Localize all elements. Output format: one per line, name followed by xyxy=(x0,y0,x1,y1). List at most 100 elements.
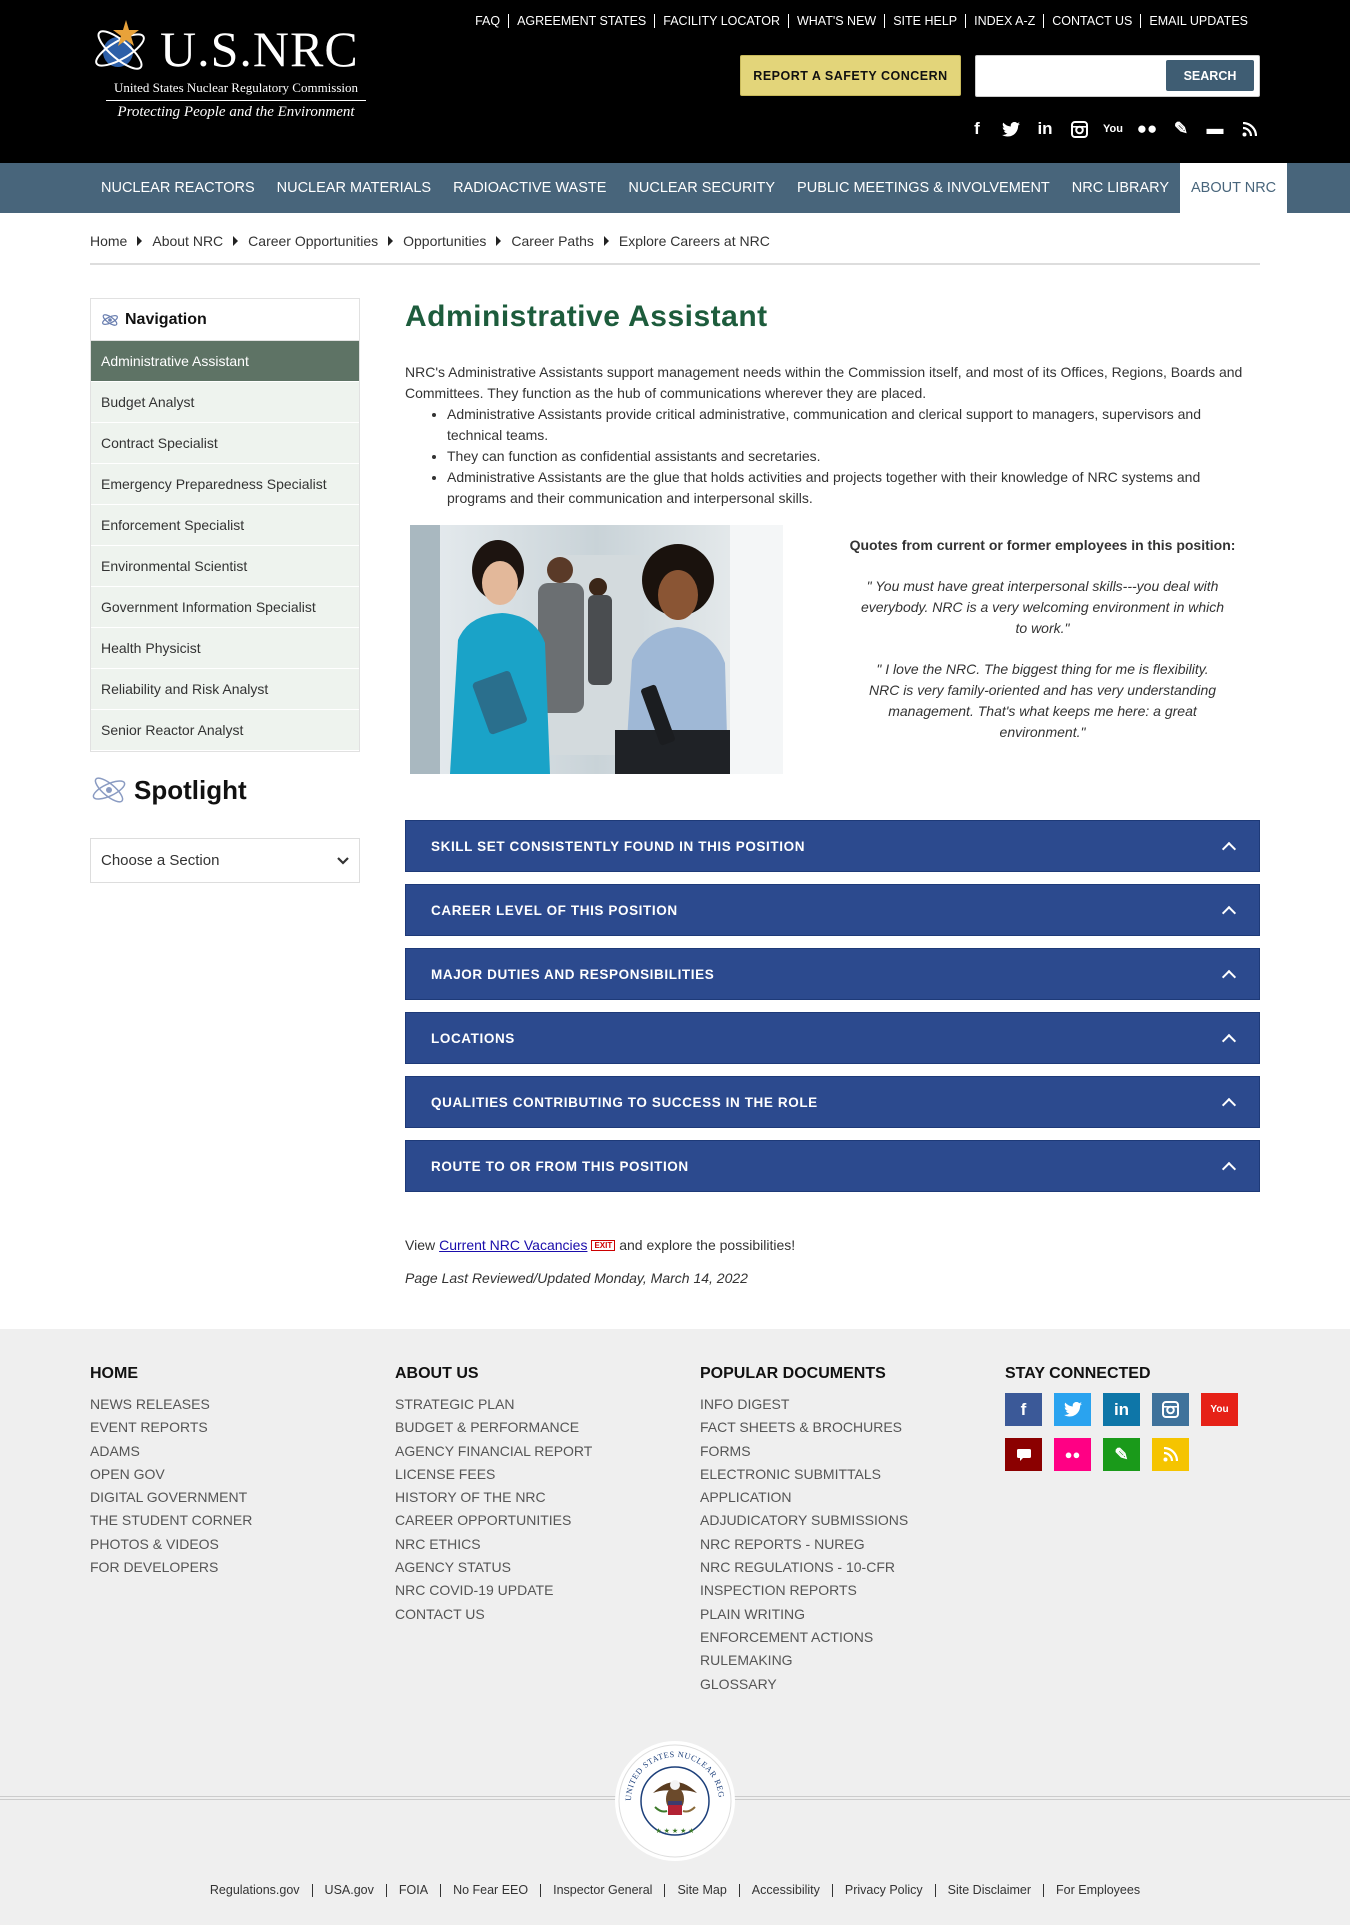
nav-nuclear-security[interactable]: NUCLEAR SECURITY xyxy=(617,163,786,213)
search-button[interactable]: SEARCH xyxy=(1166,60,1254,91)
breadcrumb-item[interactable]: Opportunities xyxy=(403,233,502,263)
nav-nuclear-reactors[interactable]: NUCLEAR REACTORS xyxy=(90,163,266,213)
nrc-logo[interactable]: U.S.NRC United States Nuclear Regulatory… xyxy=(90,18,366,126)
sidebar-item-senior-reactor[interactable]: Senior Reactor Analyst xyxy=(91,710,359,751)
footer-link[interactable]: FOR DEVELOPERS xyxy=(90,1556,252,1579)
twitter-icon[interactable] xyxy=(1054,1393,1091,1426)
twitter-icon[interactable] xyxy=(994,117,1028,141)
footer-link[interactable]: PHOTOS & VIDEOS xyxy=(90,1533,252,1556)
bottom-link-privacy[interactable]: Privacy Policy xyxy=(831,1884,935,1897)
sidebar-item-reliability-risk[interactable]: Reliability and Risk Analyst xyxy=(91,669,359,710)
footer-link[interactable]: LICENSE FEES xyxy=(395,1463,592,1486)
sidebar-item-environmental-scientist[interactable]: Environmental Scientist xyxy=(91,546,359,587)
footer-link[interactable]: AGENCY FINANCIAL REPORT xyxy=(395,1440,592,1463)
breadcrumb-item[interactable]: Career Paths xyxy=(511,233,609,263)
current-vacancies-link[interactable]: Current NRC Vacancies xyxy=(439,1237,587,1253)
footer-link[interactable]: ADAMS xyxy=(90,1440,252,1463)
accordion-skill-set[interactable]: SKILL SET CONSISTENTLY FOUND IN THIS POS… xyxy=(405,820,1260,872)
rss-icon[interactable] xyxy=(1152,1438,1189,1471)
nav-nrc-library[interactable]: NRC LIBRARY xyxy=(1061,163,1180,213)
footer-link[interactable]: NEWS RELEASES xyxy=(90,1393,252,1416)
footer-link[interactable]: AGENCY STATUS xyxy=(395,1556,592,1579)
footer-link[interactable]: HISTORY OF THE NRC xyxy=(395,1486,592,1509)
rss-icon[interactable] xyxy=(1232,117,1266,141)
comment-icon[interactable] xyxy=(1005,1438,1042,1471)
utility-link-index[interactable]: INDEX A-Z xyxy=(965,14,1043,28)
search-input[interactable] xyxy=(980,60,1180,92)
instagram-icon[interactable] xyxy=(1152,1393,1189,1426)
footer-link[interactable]: APPLICATION xyxy=(700,1486,908,1509)
bottom-link-disclaimer[interactable]: Site Disclaimer xyxy=(934,1884,1043,1897)
bottom-link-regulations[interactable]: Regulations.gov xyxy=(198,1884,312,1897)
youtube-icon[interactable]: You xyxy=(1201,1393,1238,1426)
footer-column-title[interactable]: HOME xyxy=(90,1365,252,1383)
sidebar-item-administrative-assistant[interactable]: Administrative Assistant xyxy=(91,341,359,382)
nav-radioactive-waste[interactable]: RADIOACTIVE WASTE xyxy=(442,163,617,213)
report-safety-concern-button[interactable]: REPORT A SAFETY CONCERN xyxy=(740,55,961,96)
footer-link[interactable]: GLOSSARY xyxy=(700,1673,908,1696)
nav-about-nrc[interactable]: ABOUT NRC xyxy=(1180,163,1288,213)
utility-link-email-updates[interactable]: EMAIL UPDATES xyxy=(1140,14,1256,28)
footer-link[interactable]: NRC REGULATIONS - 10-CFR xyxy=(700,1556,908,1579)
utility-link-contact[interactable]: CONTACT US xyxy=(1043,14,1140,28)
utility-link-whats-new[interactable]: WHAT'S NEW xyxy=(787,14,884,28)
breadcrumb-item[interactable]: Home xyxy=(90,233,143,263)
accordion-qualities[interactable]: QUALITIES CONTRIBUTING TO SUCCESS IN THE… xyxy=(405,1076,1260,1128)
footer-link[interactable]: THE STUDENT CORNER xyxy=(90,1509,252,1532)
sidebar-item-health-physicist[interactable]: Health Physicist xyxy=(91,628,359,669)
blog-icon[interactable]: ✎ xyxy=(1103,1438,1140,1471)
utility-link-facility-locator[interactable]: FACILITY LOCATOR xyxy=(654,14,788,28)
linkedin-icon[interactable]: in xyxy=(1028,117,1062,141)
bottom-link-site-map[interactable]: Site Map xyxy=(664,1884,738,1897)
bottom-link-inspector-general[interactable]: Inspector General xyxy=(540,1884,664,1897)
accordion-locations[interactable]: LOCATIONS xyxy=(405,1012,1260,1064)
blog-icon[interactable]: ✎ xyxy=(1164,117,1198,141)
footer-link[interactable]: BUDGET & PERFORMANCE xyxy=(395,1416,592,1439)
utility-link-agreement-states[interactable]: AGREEMENT STATES xyxy=(508,14,654,28)
bottom-link-no-fear[interactable]: No Fear EEO xyxy=(440,1884,540,1897)
footer-link[interactable]: INFO DIGEST xyxy=(700,1393,908,1416)
flickr-icon[interactable]: ●● xyxy=(1130,117,1164,141)
footer-link[interactable]: RULEMAKING xyxy=(700,1649,908,1672)
footer-link[interactable]: FACT SHEETS & BROCHURES xyxy=(700,1416,908,1439)
footer-link[interactable]: DIGITAL GOVERNMENT xyxy=(90,1486,252,1509)
footer-link[interactable]: ADJUDICATORY SUBMISSIONS xyxy=(700,1509,908,1532)
instagram-icon[interactable] xyxy=(1062,117,1096,141)
sidebar-item-enforcement-specialist[interactable]: Enforcement Specialist xyxy=(91,505,359,546)
sidebar-item-budget-analyst[interactable]: Budget Analyst xyxy=(91,382,359,423)
footer-column-title[interactable]: POPULAR DOCUMENTS xyxy=(700,1365,908,1383)
comment-icon[interactable]: ▬ xyxy=(1198,117,1232,141)
linkedin-icon[interactable]: in xyxy=(1103,1393,1140,1426)
sidebar-item-government-information[interactable]: Government Information Specialist xyxy=(91,587,359,628)
accordion-route[interactable]: ROUTE TO OR FROM THIS POSITION xyxy=(405,1140,1260,1192)
bottom-link-employees[interactable]: For Employees xyxy=(1043,1884,1152,1897)
footer-link[interactable]: ENFORCEMENT ACTIONS xyxy=(700,1626,908,1649)
utility-link-site-help[interactable]: SITE HELP xyxy=(884,14,965,28)
footer-link[interactable]: STRATEGIC PLAN xyxy=(395,1393,592,1416)
footer-link[interactable]: CONTACT US xyxy=(395,1603,592,1626)
bottom-link-foia[interactable]: FOIA xyxy=(385,1884,440,1897)
footer-link[interactable]: EVENT REPORTS xyxy=(90,1416,252,1439)
footer-link[interactable]: NRC COVID-19 UPDATE xyxy=(395,1579,592,1602)
nav-nuclear-materials[interactable]: NUCLEAR MATERIALS xyxy=(266,163,442,213)
footer-column-title[interactable]: ABOUT US xyxy=(395,1365,592,1383)
bottom-link-accessibility[interactable]: Accessibility xyxy=(738,1884,832,1897)
footer-link[interactable]: NRC REPORTS - NUREG xyxy=(700,1533,908,1556)
sidebar-item-contract-specialist[interactable]: Contract Specialist xyxy=(91,423,359,464)
choose-section-select[interactable]: Choose a Section xyxy=(90,838,360,883)
footer-link[interactable]: CAREER OPPORTUNITIES xyxy=(395,1509,592,1532)
accordion-career-level[interactable]: CAREER LEVEL OF THIS POSITION xyxy=(405,884,1260,936)
youtube-icon[interactable]: You xyxy=(1096,117,1130,141)
footer-link[interactable]: FORMS xyxy=(700,1440,908,1463)
accordion-major-duties[interactable]: MAJOR DUTIES AND RESPONSIBILITIES xyxy=(405,948,1260,1000)
breadcrumb-item[interactable]: About NRC xyxy=(152,233,239,263)
sidebar-item-emergency-preparedness[interactable]: Emergency Preparedness Specialist xyxy=(91,464,359,505)
footer-link[interactable]: OPEN GOV xyxy=(90,1463,252,1486)
footer-link[interactable]: PLAIN WRITING xyxy=(700,1603,908,1626)
footer-link[interactable]: ELECTRONIC SUBMITTALS xyxy=(700,1463,908,1486)
bottom-link-usagov[interactable]: USA.gov xyxy=(311,1884,386,1897)
flickr-icon[interactable]: ●● xyxy=(1054,1438,1091,1471)
breadcrumb-item[interactable]: Career Opportunities xyxy=(248,233,394,263)
utility-link-faq[interactable]: FAQ xyxy=(467,14,508,28)
footer-link[interactable]: INSPECTION REPORTS xyxy=(700,1579,908,1602)
